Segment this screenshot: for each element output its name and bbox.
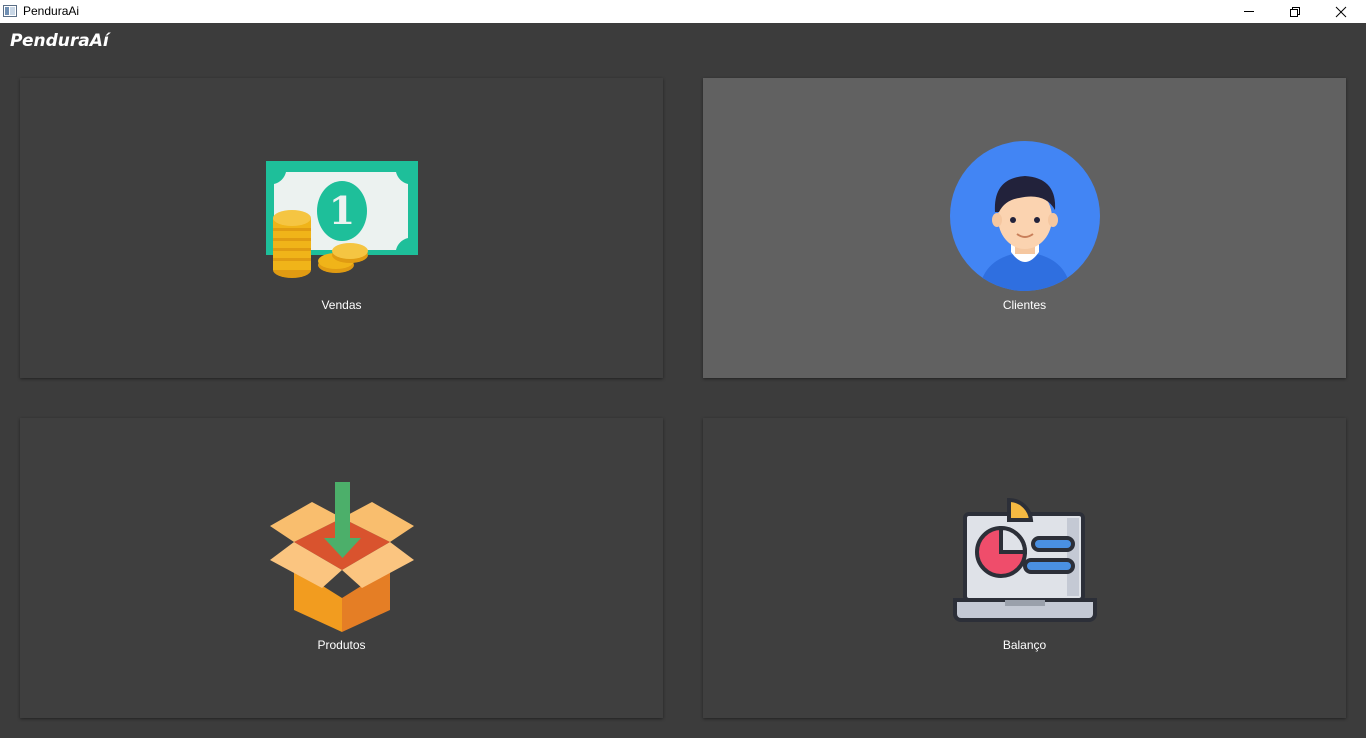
app-window-icon [3,5,17,17]
tile-produtos[interactable]: Produtos [20,418,663,718]
tile-label-vendas: Vendas [321,298,362,312]
close-icon [1335,6,1347,18]
window-titlebar: PenduraAi [0,0,1366,23]
minimize-icon [1244,11,1254,12]
tile-label-clientes: Clientes [1002,298,1047,312]
tile-label-produtos: Produtos [317,638,366,652]
minimize-button[interactable] [1226,0,1272,23]
box-download-icon [270,482,414,632]
laptop-chart-icon [953,497,1097,622]
window-title: PenduraAi [23,4,80,18]
tile-vendas[interactable]: 1 Vendas [20,78,663,378]
tile-clientes[interactable]: Clientes [703,78,1346,378]
user-avatar-icon [950,141,1100,291]
close-button[interactable] [1318,0,1364,23]
svg-text:1: 1 [329,188,355,233]
app-header-title: PenduraAí [10,31,109,51]
restore-button[interactable] [1272,0,1318,23]
money-coins-icon: 1 [266,161,418,278]
tile-label-balanco: Balanço [1002,638,1047,652]
tile-balanco[interactable]: Balanço [703,418,1346,718]
restore-icon [1290,7,1300,17]
